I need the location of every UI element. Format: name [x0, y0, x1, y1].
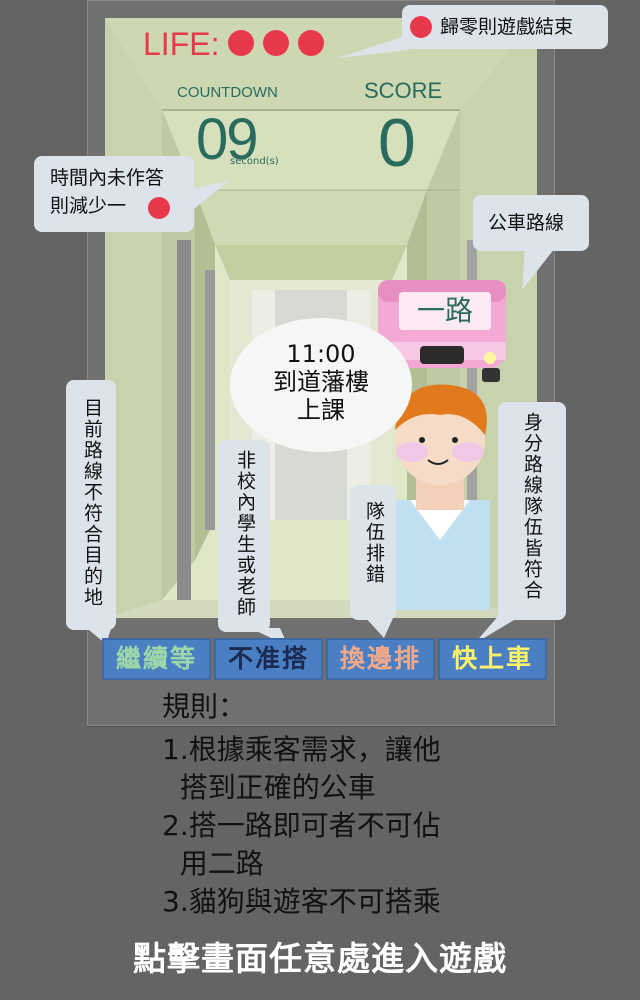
rule-2-cont: 用二路	[162, 847, 264, 880]
life-tip-text: 歸零則遊戲結束	[440, 16, 574, 38]
time-tip: 時間內未作答 則減少一	[34, 156, 194, 232]
switch-queue-button[interactable]: 換邊排	[326, 638, 435, 680]
rule-2: 2.搭一路即可者不可佔	[162, 809, 441, 842]
time-tip-line1: 時間內未作答	[50, 167, 165, 189]
rules-title: 規則：	[162, 690, 247, 723]
life-indicator	[228, 30, 325, 56]
score-value: 0	[378, 105, 416, 181]
bus-route-tip-pointer	[522, 248, 555, 290]
time-tip-line2: 則減少一	[50, 195, 127, 217]
start-prompt[interactable]: 點擊畫面任意處進入遊戲	[0, 932, 640, 980]
divider	[87, 726, 555, 727]
thought-activity: 上課	[297, 396, 345, 424]
wrong-queue-tip: 隊伍排錯	[350, 485, 396, 620]
keep-waiting-button[interactable]: 繼續等	[102, 638, 211, 680]
thought-time: 11:00	[286, 340, 356, 368]
bus-route-sign: 一路	[399, 292, 491, 330]
thought-destination: 到道藩樓	[273, 368, 369, 396]
all-match-tip: 身分路線隊伍皆符合	[498, 402, 566, 620]
life-dot	[228, 30, 254, 56]
life-dot	[263, 30, 290, 56]
score-label: SCORE	[364, 78, 443, 103]
life-tip: 歸零則遊戲結束	[402, 5, 608, 49]
rule-3: 3.貓狗與遊客不可搭乘	[162, 885, 441, 918]
life-label: LIFE:	[143, 26, 220, 62]
time-tip-pointer	[180, 180, 230, 220]
countdown-label: COUNTDOWN	[177, 84, 278, 101]
board-now-button[interactable]: 快上車	[438, 638, 547, 680]
bus-route-tip: 公車路線	[473, 195, 589, 251]
rule-1: 1.根據乘客需求，讓他	[162, 733, 441, 766]
deny-boarding-button[interactable]: 不准搭	[214, 638, 323, 680]
life-tip-pointer	[338, 35, 408, 58]
wrong-queue-tip-pointer	[364, 616, 394, 638]
red-dot-icon	[148, 197, 170, 219]
life-dot	[298, 30, 325, 56]
red-dot-icon	[410, 16, 432, 38]
destination-mismatch-tip: 目前路線不符合目的地	[66, 380, 116, 630]
countdown-unit: second(s)	[230, 156, 279, 167]
bus-route-tip-text: 公車路線	[488, 212, 565, 234]
passenger-thought-text: 11:00 到道藩樓 上課	[230, 340, 412, 424]
non-campus-tip: 非校內學生或老師	[218, 440, 270, 632]
rule-1-cont: 搭到正確的公車	[162, 771, 376, 804]
